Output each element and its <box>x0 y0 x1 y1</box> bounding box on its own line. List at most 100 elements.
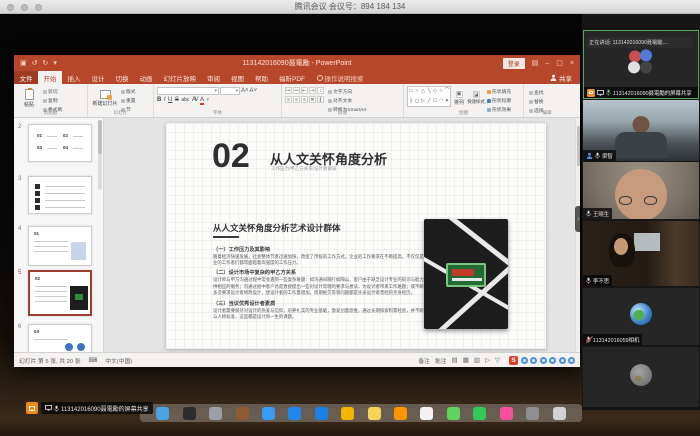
dock-photos-icon[interactable] <box>420 407 433 420</box>
tab-design[interactable]: 设计 <box>86 71 110 84</box>
thumbnail-scrollbar[interactable] <box>98 120 102 190</box>
tell-me-search[interactable]: 操作说明搜索 <box>311 71 370 84</box>
cut-button[interactable]: 剪切 <box>43 88 62 95</box>
slide-section-number[interactable]: 02 <box>212 139 250 173</box>
tab-slideshow[interactable]: 幻灯片放映 <box>158 71 202 84</box>
comments-toggle[interactable]: 批注 <box>435 356 447 365</box>
dock-finder-icon[interactable] <box>156 407 169 420</box>
dock-siri-icon[interactable] <box>183 407 196 420</box>
dock-reminders-icon[interactable] <box>394 407 407 420</box>
strikethrough-button[interactable]: S <box>175 97 179 103</box>
font-color-button[interactable]: A <box>200 97 204 105</box>
font-dropdown-icon[interactable]: ▾ <box>207 97 210 103</box>
tab-transitions[interactable]: 切换 <box>110 71 134 84</box>
font-size-select[interactable]: ▾ <box>220 87 240 95</box>
tab-file[interactable]: 文件 <box>14 71 38 84</box>
shape-fill-button[interactable]: 形状填充 <box>487 88 511 95</box>
align-right-icon[interactable]: ≡ <box>301 96 308 103</box>
arrange-button[interactable]: ▣ 排列 <box>451 86 467 110</box>
increase-indent-icon[interactable]: ⇥ <box>309 87 316 94</box>
grow-font-icon[interactable]: A˄ <box>241 88 249 94</box>
dock-messages-icon[interactable] <box>447 407 460 420</box>
bullets-icon[interactable]: ≔ <box>285 87 292 94</box>
ime-shape-icon[interactable] <box>530 357 537 364</box>
dock-mail-icon[interactable] <box>288 407 301 420</box>
slide-heading[interactable]: 从人文关怀角度分析艺术设计群体 <box>213 222 341 234</box>
text-shadow-button[interactable]: abc <box>181 97 189 103</box>
login-button[interactable]: 登录 <box>503 58 525 69</box>
slide-thumbnail-3[interactable] <box>28 176 92 214</box>
new-slide-button[interactable]: 新建幻灯片 <box>91 86 119 110</box>
align-left-icon[interactable]: ≡ <box>285 96 292 103</box>
dock-safari-icon[interactable] <box>262 407 275 420</box>
ime-settings-icon[interactable] <box>559 357 566 364</box>
reading-view-icon[interactable]: ▥ <box>474 356 480 364</box>
tab-help[interactable]: 帮助 <box>250 71 274 84</box>
participant-tile-6[interactable] <box>583 347 699 407</box>
filter-icon[interactable]: ▽ <box>495 356 500 364</box>
underline-button[interactable]: U <box>168 97 172 103</box>
slide-thumbnail-6[interactable]: 03 <box>28 324 92 352</box>
slide-thumbnail-4[interactable]: 01 <box>28 226 92 266</box>
tab-review[interactable]: 审阅 <box>202 71 226 84</box>
dock-trash-icon[interactable] <box>553 407 566 420</box>
line-spacing-icon[interactable]: ↕ <box>317 87 324 94</box>
dock-facetime-icon[interactable] <box>473 407 486 420</box>
slideshow-icon[interactable]: ▷ <box>485 356 490 364</box>
ribbon-options-icon[interactable]: ▤ <box>532 59 539 67</box>
slide-scrollbar[interactable] <box>575 118 580 352</box>
dock-books-icon[interactable] <box>236 407 249 420</box>
save-icon[interactable]: ▣ <box>20 59 27 67</box>
paste-button[interactable]: 粘贴 <box>17 86 41 110</box>
sogou-icon[interactable]: S <box>509 356 518 365</box>
justify-icon[interactable]: ≣ <box>309 96 316 103</box>
participant-tile-2[interactable]: 梁智 <box>583 100 699 161</box>
tab-insert[interactable]: 插入 <box>62 71 86 84</box>
decrease-indent-icon[interactable]: ⇤ <box>301 87 308 94</box>
sidebar-collapse-handle[interactable]: › <box>575 206 582 232</box>
qat-dropdown-icon[interactable]: ▾ <box>53 59 57 67</box>
tab-foxit-pdf[interactable]: 福昕PDF <box>274 71 311 84</box>
align-text-button[interactable]: 对齐文本 <box>328 97 366 104</box>
minimize-window-icon[interactable] <box>21 4 28 11</box>
tab-home[interactable]: 开始 <box>38 71 62 84</box>
bold-button[interactable]: B <box>157 97 161 103</box>
tab-animations[interactable]: 动画 <box>134 71 158 84</box>
dock-appstore-icon[interactable] <box>315 407 328 420</box>
dock-settings-icon[interactable] <box>526 407 539 420</box>
slide-sorter-icon[interactable]: ▦ <box>463 356 469 364</box>
slide-thumbnail-2[interactable]: 01 02 03 04 <box>28 124 92 162</box>
dock-launchpad-icon[interactable] <box>209 407 222 420</box>
normal-view-icon[interactable]: ▤ <box>452 356 458 364</box>
participant-tile-4[interactable]: 李不思 <box>583 221 699 286</box>
character-spacing-button[interactable]: AV <box>192 97 198 103</box>
shapes-gallery[interactable]: ▭○△╲◇☆⌒ ▯◻▷╱⬠◠✦ <box>407 86 451 107</box>
dock-maps-icon[interactable] <box>341 407 354 420</box>
ime-skin-icon[interactable] <box>549 357 556 364</box>
dock-music-icon[interactable] <box>500 407 513 420</box>
shape-outline-button[interactable]: 形状轮廓 <box>487 97 511 104</box>
restore-icon[interactable]: ▢ <box>556 59 563 67</box>
italic-button[interactable]: I <box>164 97 166 103</box>
dock-notes-icon[interactable] <box>368 407 381 420</box>
participant-tile-3[interactable]: 王晓生 <box>583 162 699 219</box>
zoom-window-icon[interactable] <box>35 4 42 11</box>
text-direction-button[interactable]: 文字方向 <box>328 88 366 95</box>
slide-subtitle[interactable]: 工作压力/甲乙方关系/设计者素质 <box>271 166 337 172</box>
slide-thumbnail-5-selected[interactable]: 02 <box>28 270 92 316</box>
quick-styles-button[interactable]: ◪ 快速样式 <box>467 86 485 110</box>
replace-button[interactable]: 替换 <box>529 98 567 105</box>
spellcheck-icon[interactable]: ⌨ <box>89 357 98 364</box>
notes-toggle[interactable]: 备注 <box>418 356 430 365</box>
redo-icon[interactable]: ↻ <box>43 59 49 67</box>
share-button[interactable]: 共享 <box>550 71 580 84</box>
reset-button[interactable]: 重置 <box>121 97 136 104</box>
ime-emoji-icon[interactable] <box>540 357 547 364</box>
find-button[interactable]: 查找 <box>529 89 567 96</box>
ime-mode-icon[interactable] <box>521 357 528 364</box>
ime-keyboard-icon[interactable] <box>568 357 575 364</box>
participant-tile-5[interactable]: 113142016059相机 <box>583 288 699 345</box>
tab-view[interactable]: 视图 <box>226 71 250 84</box>
numbering-icon[interactable]: ≕ <box>293 87 300 94</box>
close-window-icon[interactable] <box>7 4 14 11</box>
